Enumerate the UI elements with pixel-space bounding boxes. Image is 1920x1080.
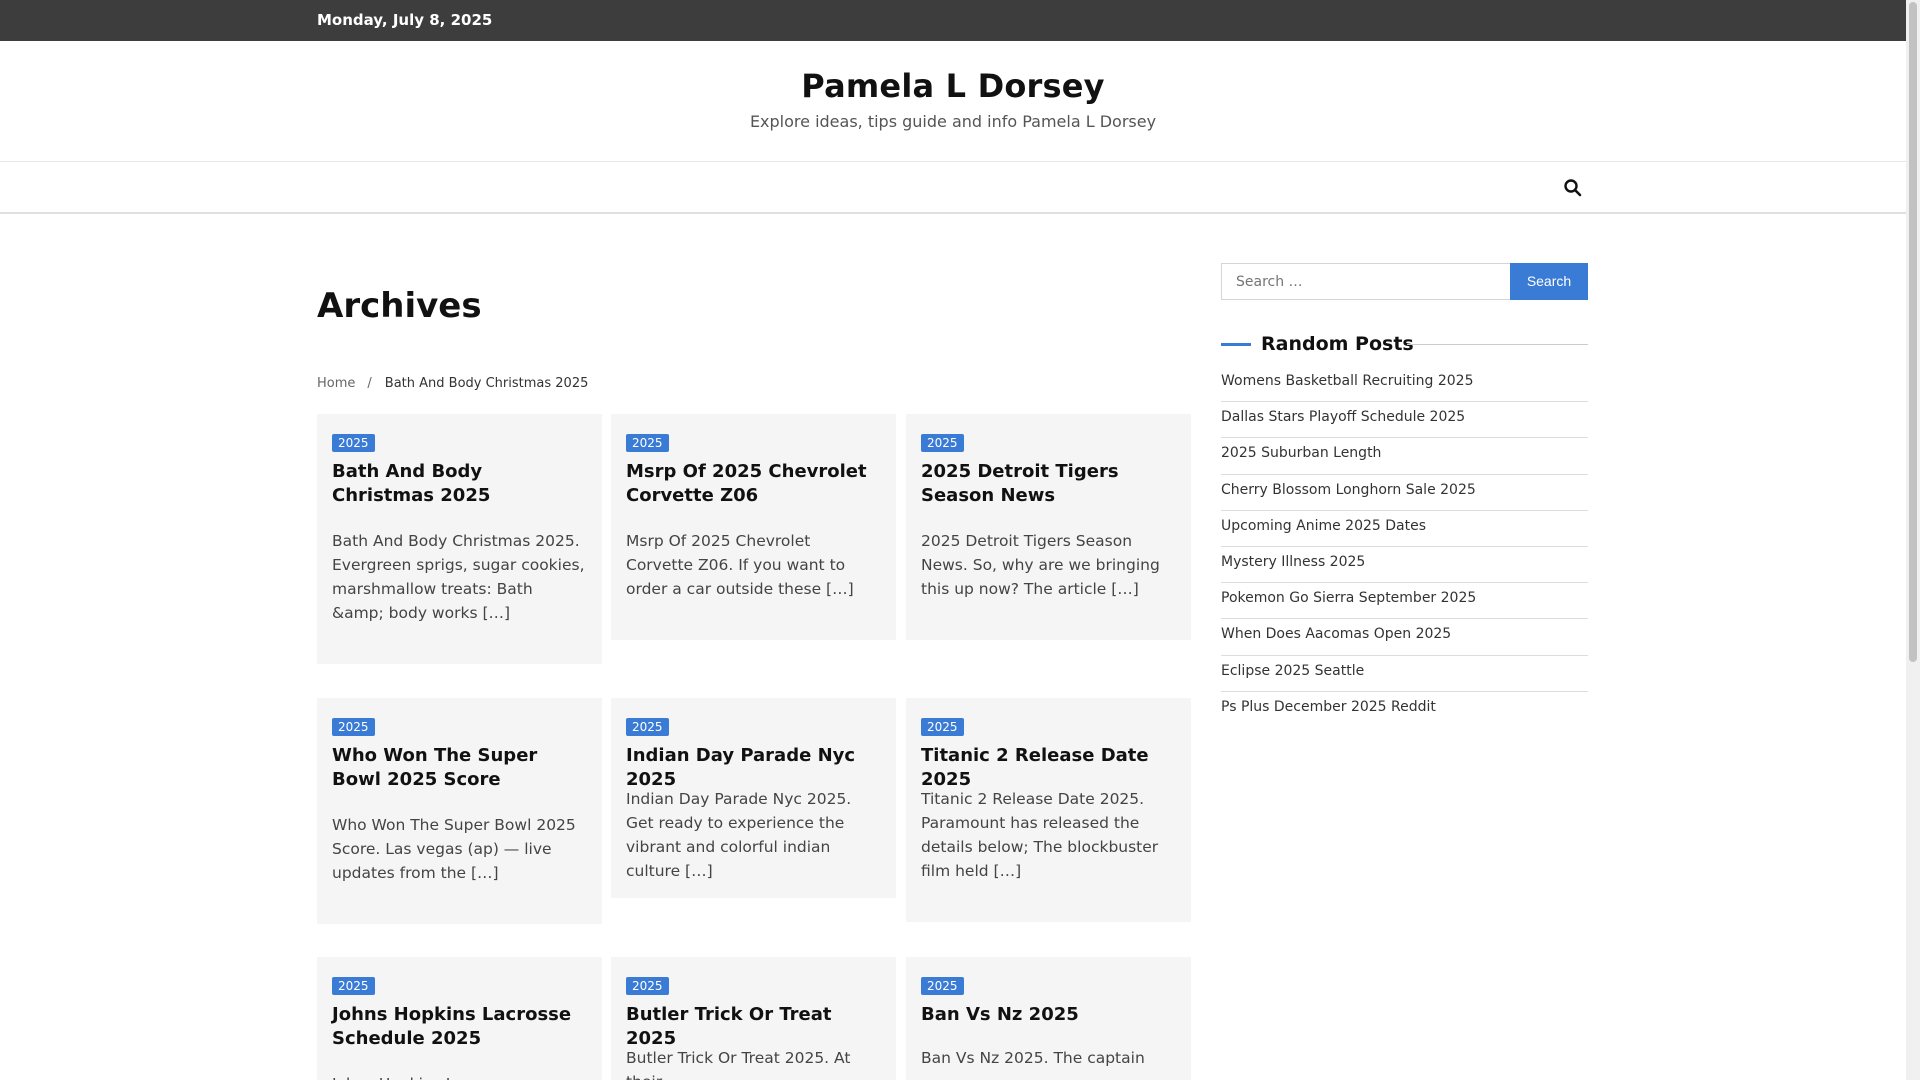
post-title[interactable]: Butler Trick Or Treat 2025 [626, 1003, 884, 1051]
breadcrumb-home-link[interactable]: Home [317, 376, 355, 391]
post-title[interactable]: Who Won The Super Bowl 2025 Score [332, 744, 590, 792]
main-navigation [0, 162, 1906, 214]
post-card: 2025 Titanic 2 Release Date 2025 Titanic… [906, 698, 1191, 922]
post-excerpt: Msrp Of 2025 Chevrolet Corvette Z06. If … [626, 532, 854, 598]
site-title[interactable]: Pamela L Dorsey [0, 67, 1906, 105]
site-header: Pamela L Dorsey Explore ideas, tips guid… [0, 41, 1906, 162]
sidebar-search-input[interactable] [1221, 263, 1511, 300]
post-excerpt: Johns Hopkins Lacrosse Schedule 2025 [332, 1072, 587, 1080]
random-post-link[interactable]: Cherry Blossom Longhorn Sale 2025 [1221, 475, 1588, 511]
category-badge[interactable]: 2025 [332, 434, 375, 452]
category-badge[interactable]: 2025 [626, 434, 669, 452]
page-title: Archives [317, 286, 482, 326]
random-post-link[interactable]: When Does Aacomas Open 2025 [1221, 619, 1588, 656]
breadcrumb-separator: / [367, 376, 372, 391]
random-post-link[interactable]: Eclipse 2025 Seattle [1221, 656, 1588, 692]
post-title[interactable]: 2025 Detroit Tigers Season News [921, 460, 1179, 508]
site-tagline: Explore ideas, tips guide and info Pamel… [749, 112, 1157, 131]
post-excerpt: 2025 Detroit Tigers Season News. So, why… [921, 532, 1160, 598]
post-title[interactable]: Titanic 2 Release Date 2025 [921, 744, 1179, 792]
post-excerpt: Butler Trick Or Treat 2025. At their [626, 1049, 851, 1080]
post-title[interactable]: Bath And Body Christmas 2025 [332, 460, 590, 508]
sidebar-search-button[interactable]: Search [1510, 263, 1588, 300]
post-excerpt: Indian Day Parade Nyc 2025. Get ready to… [626, 790, 852, 880]
search-icon[interactable] [1563, 178, 1583, 198]
post-excerpt: Who Won The Super Bowl 2025 Score. Las v… [332, 816, 576, 882]
category-badge[interactable]: 2025 [332, 977, 375, 995]
breadcrumb: Home / Bath And Body Christmas 2025 [317, 376, 588, 391]
post-card: 2025 Who Won The Super Bowl 2025 Score W… [317, 698, 602, 924]
post-title[interactable]: Ban Vs Nz 2025 [921, 1003, 1179, 1027]
post-card: 2025 Johns Hopkins Lacrosse Schedule 202… [317, 957, 602, 1080]
post-card: 2025 Bath And Body Christmas 2025 Bath A… [317, 414, 602, 664]
category-badge[interactable]: 2025 [626, 977, 669, 995]
category-badge[interactable]: 2025 [921, 434, 964, 452]
post-excerpt: Bath And Body Christmas 2025. Evergreen … [332, 532, 585, 622]
heading-divider [1407, 344, 1588, 345]
category-badge[interactable]: 2025 [921, 718, 964, 736]
random-posts-list: Womens Basketball Recruiting 2025 Dallas… [1221, 366, 1588, 728]
top-bar: Monday, July 8, 2025 [0, 0, 1906, 41]
random-post-link[interactable]: Ps Plus December 2025 Reddit [1221, 692, 1588, 728]
post-title[interactable]: Johns Hopkins Lacrosse Schedule 2025 [332, 1003, 590, 1051]
breadcrumb-current: Bath And Body Christmas 2025 [384, 376, 589, 391]
post-title[interactable]: Msrp Of 2025 Chevrolet Corvette Z06 [626, 460, 884, 508]
widget-title: Random Posts [1261, 333, 1414, 355]
random-post-link[interactable]: Dallas Stars Playoff Schedule 2025 [1221, 402, 1588, 439]
heading-accent-line [1221, 343, 1251, 346]
scrollbar-thumb[interactable] [1909, 2, 1917, 662]
post-excerpt: Titanic 2 Release Date 2025. Paramount h… [921, 790, 1159, 880]
post-card: 2025 Msrp Of 2025 Chevrolet Corvette Z06… [611, 414, 896, 640]
post-excerpt: Ban Vs Nz 2025. The captain [921, 1049, 1145, 1067]
random-post-link[interactable]: Pokemon Go Sierra September 2025 [1221, 583, 1588, 620]
post-card: 2025 Ban Vs Nz 2025 Ban Vs Nz 2025. The … [906, 957, 1191, 1080]
page-scrollbar[interactable] [1906, 0, 1920, 1080]
category-badge[interactable]: 2025 [626, 718, 669, 736]
random-post-link[interactable]: Upcoming Anime 2025 Dates [1221, 511, 1588, 547]
random-post-link[interactable]: Mystery Illness 2025 [1221, 547, 1588, 584]
random-post-link[interactable]: 2025 Suburban Length [1221, 438, 1588, 475]
post-card: 2025 Butler Trick Or Treat 2025 Butler T… [611, 957, 896, 1080]
category-badge[interactable]: 2025 [332, 718, 375, 736]
post-card: 2025 Indian Day Parade Nyc 2025 Indian D… [611, 698, 896, 898]
current-date: Monday, July 8, 2025 [317, 11, 493, 29]
post-title[interactable]: Indian Day Parade Nyc 2025 [626, 744, 884, 792]
post-card: 2025 2025 Detroit Tigers Season News 202… [906, 414, 1191, 640]
random-post-link[interactable]: Womens Basketball Recruiting 2025 [1221, 366, 1588, 403]
random-posts-heading: Random Posts [1221, 329, 1588, 359]
category-badge[interactable]: 2025 [921, 977, 964, 995]
